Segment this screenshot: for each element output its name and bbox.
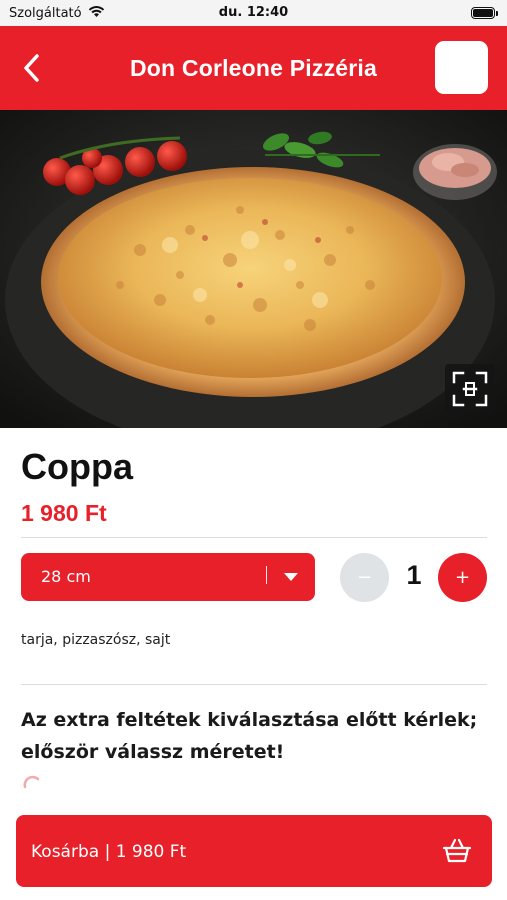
divider [21, 537, 487, 538]
size-select-separator [266, 566, 267, 584]
status-time: du. 12:40 [218, 5, 289, 20]
quantity-value: 1 [406, 560, 422, 590]
size-select-value: 28 cm [41, 567, 91, 586]
spinner-icon [23, 775, 40, 789]
product-name: Coppa [21, 446, 133, 487]
fullscreen-button[interactable] [445, 364, 495, 414]
page-title: Don Corleone Pizzéria [129, 54, 378, 81]
battery-icon [471, 7, 498, 19]
add-to-cart-label: Kosárba | 1 980 Ft [31, 842, 187, 862]
caret-down-icon [284, 573, 298, 581]
back-button[interactable] [18, 52, 48, 84]
size-select[interactable]: 28 cm [21, 553, 315, 601]
product-price: 1 980 Ft [21, 500, 107, 526]
status-bar: Szolgáltató du. 12:40 [0, 0, 507, 26]
fullscreen-icon [452, 371, 488, 407]
add-to-cart-button[interactable]: Kosárba | 1 980 Ft [16, 815, 492, 887]
divider [21, 684, 487, 685]
quantity-increase-button[interactable]: + [438, 553, 487, 602]
quantity-decrease-button[interactable]: − [340, 553, 389, 602]
header-action-button[interactable] [435, 41, 488, 94]
ingredients-text: tarja, pizzaszósz, sajt [21, 632, 171, 648]
product-image [0, 110, 507, 428]
plus-label: + [454, 567, 471, 588]
extras-note: Az extra feltétek kiválasztása előtt kér… [21, 709, 478, 763]
ham-bowl [413, 144, 497, 200]
basket-icon [442, 838, 472, 863]
minus-label: − [356, 567, 373, 588]
chevron-left-icon [24, 54, 39, 82]
app-header: Don Corleone Pizzéria [0, 26, 507, 110]
